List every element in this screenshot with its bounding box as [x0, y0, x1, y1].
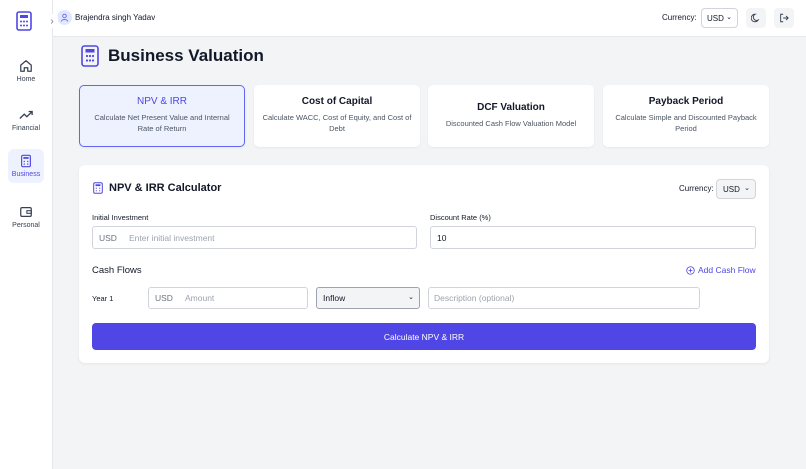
currency-prefix: USD — [155, 293, 173, 303]
sidebar-toggle-chevron-icon[interactable]: › — [46, 14, 58, 28]
home-icon — [20, 60, 32, 72]
sidebar-item-label: Home — [16, 76, 36, 83]
calculator-icon — [93, 182, 103, 194]
tool-card-cost-of-capital[interactable]: Cost of Capital Calculate WACC, Cost of … — [254, 85, 420, 147]
page-title: Business Valuation — [108, 46, 264, 65]
theme-toggle-button[interactable] — [746, 8, 766, 28]
user-name: Brajendra singh Yadav — [75, 13, 156, 22]
chevron-down-icon: ⌄ — [744, 185, 750, 192]
currency-prefix: USD — [99, 232, 117, 243]
panel-header: NPV & IRR Calculator — [93, 182, 221, 194]
select-value: Inflow — [323, 293, 346, 303]
panel-title: NPV & IRR Calculator — [109, 182, 222, 194]
input-placeholder: Enter initial investment — [129, 232, 215, 243]
calculator-icon — [81, 45, 99, 67]
tool-card-title: NPV & IRR — [136, 96, 187, 107]
discount-rate-input[interactable]: 10 — [430, 226, 756, 249]
chevron-down-icon: ⌄ — [408, 294, 414, 301]
initial-investment-input[interactable]: USD Enter initial investment — [92, 226, 417, 249]
page-header: Business Valuation — [81, 45, 264, 67]
discount-rate-label: Discount Rate (%) — [430, 213, 491, 222]
sidebar-item-label: Financial — [11, 125, 40, 132]
user-icon — [60, 13, 69, 22]
sidebar-item-label: Business — [11, 171, 41, 178]
input-placeholder: Amount — [185, 293, 215, 303]
cash-flows-heading: Cash Flows — [92, 265, 142, 276]
calculator-icon — [21, 154, 31, 168]
logout-icon — [780, 13, 789, 23]
npv-irr-calculator-panel: NPV & IRR Calculator Currency: USD ⌄ Ini… — [79, 165, 769, 363]
tool-card-description: Calculate Simple and Discounted Payback … — [615, 113, 757, 133]
tool-card-title: Payback Period — [648, 96, 724, 107]
tool-card-title: DCF Valuation — [477, 102, 545, 113]
tool-card-description: Calculate Net Present Value and Internal… — [94, 113, 230, 133]
cash-flow-year-label: Year 1 — [92, 294, 114, 303]
moon-icon — [751, 13, 760, 23]
trending-up-icon — [19, 110, 33, 119]
currency-label: Currency: — [679, 184, 714, 193]
cash-flow-description-input[interactable]: Description (optional) — [428, 287, 700, 309]
input-value: 10 — [437, 232, 447, 243]
chevron-down-icon: ⌄ — [726, 14, 732, 21]
logout-button[interactable] — [774, 8, 794, 28]
tool-card-npv-irr[interactable]: NPV & IRR Calculate Net Present Value an… — [79, 85, 245, 147]
add-cash-flow-button[interactable]: Add Cash Flow — [686, 265, 756, 275]
plus-circle-icon — [686, 265, 695, 275]
tool-card-description: Discounted Cash Flow Valuation Model — [445, 119, 577, 128]
currency-select-value: USD — [723, 184, 740, 194]
tool-card-title: Cost of Capital — [301, 96, 373, 107]
topbar: Brajendra singh Yadav Currency: USD ⌄ — [53, 0, 806, 37]
initial-investment-label: Initial Investment — [92, 213, 149, 222]
cash-flow-type-select[interactable]: Inflow ⌄ — [316, 287, 420, 309]
tool-card-description: Calculate WACC, Cost of Equity, and Cost… — [262, 113, 412, 133]
tool-card-dcf-valuation[interactable]: DCF Valuation Discounted Cash Flow Valua… — [428, 85, 594, 147]
sidebar-item-personal[interactable]: Personal — [8, 199, 44, 235]
calculator-currency-select[interactable]: USD ⌄ — [716, 179, 756, 199]
calculate-npv-irr-button[interactable]: Calculate NPV & IRR — [92, 323, 756, 350]
sidebar-item-label: Personal — [12, 222, 40, 229]
sidebar-item-home[interactable]: Home — [8, 53, 44, 89]
currency-label: Currency: — [662, 13, 697, 22]
wallet-icon — [20, 207, 32, 217]
tool-card-payback-period[interactable]: Payback Period Calculate Simple and Disc… — [603, 85, 769, 147]
currency-select-value: USD — [707, 13, 724, 23]
user-avatar[interactable] — [57, 10, 72, 25]
sidebar-item-financial[interactable]: Financial — [8, 102, 44, 138]
input-placeholder: Description (optional) — [434, 293, 515, 303]
cash-flow-amount-input[interactable]: USD Amount — [148, 287, 308, 309]
currency-select[interactable]: USD ⌄ — [701, 8, 738, 28]
sidebar: Home Financial Business Personal — [0, 0, 53, 469]
add-cash-flow-label: Add Cash Flow — [698, 265, 756, 275]
sidebar-item-business[interactable]: Business — [8, 149, 44, 183]
calculator-logo-icon[interactable] — [13, 10, 35, 32]
